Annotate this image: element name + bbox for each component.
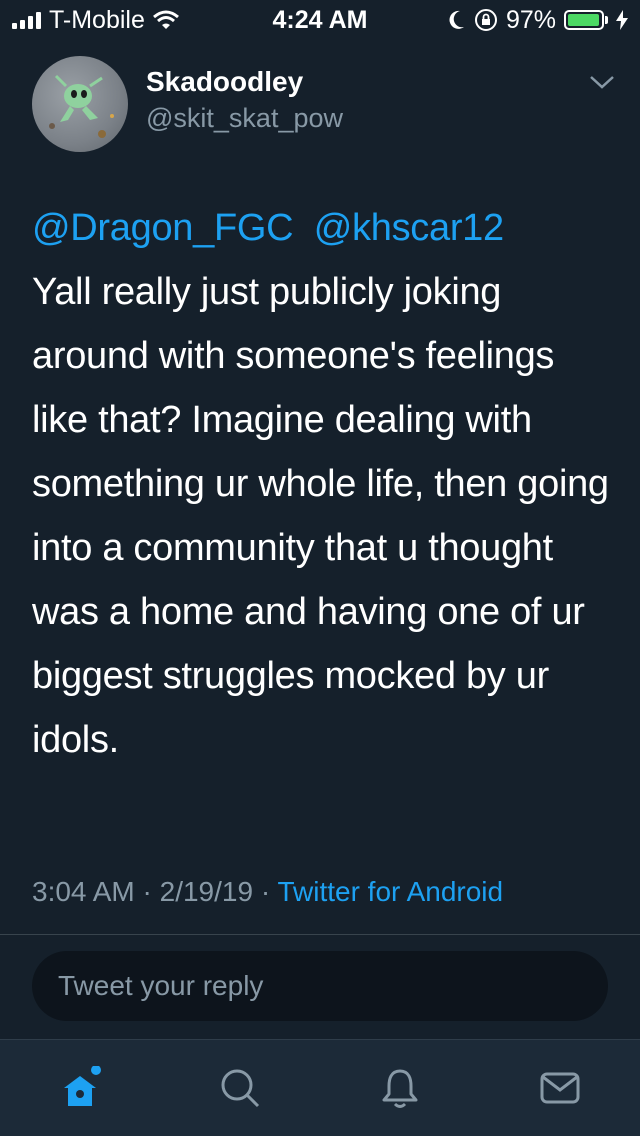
- home-icon: [64, 1066, 101, 1106]
- tweet-body: Yall really just publicly joking around …: [32, 271, 609, 761]
- tweet-header: Skadoodley @skit_skat_pow: [32, 56, 616, 152]
- tweet-source-link[interactable]: Twitter for Android: [277, 876, 503, 907]
- display-name[interactable]: Skadoodley: [146, 64, 343, 100]
- reply-bar: [0, 935, 640, 1039]
- user-block[interactable]: Skadoodley @skit_skat_pow: [146, 64, 343, 136]
- tweet-meta: 3:04 AM · 2/19/19 · Twitter for Android: [32, 876, 503, 908]
- mention-link[interactable]: @Dragon_FGC: [32, 207, 294, 249]
- mention-link[interactable]: @khscar12: [314, 207, 504, 249]
- rotation-lock-icon: [474, 9, 497, 31]
- bell-icon: [382, 1069, 418, 1108]
- tweet-time: 3:04 AM: [32, 876, 135, 907]
- status-right: 97%: [446, 6, 628, 35]
- chevron-down-icon[interactable]: [588, 72, 616, 92]
- tab-search[interactable]: [216, 1064, 264, 1112]
- battery-percent: 97%: [505, 5, 556, 34]
- battery-level-fill: [568, 14, 600, 26]
- status-bar: T-Mobile 4:24 AM 97%: [0, 0, 640, 40]
- alien-avatar-image: [49, 74, 114, 138]
- carrier-label: T-Mobile: [49, 5, 145, 34]
- tab-messages[interactable]: [536, 1064, 584, 1112]
- charging-bolt-icon: [616, 10, 628, 30]
- wifi-icon: [152, 10, 179, 29]
- tweet-date: 2/19/19: [159, 876, 254, 907]
- moon-icon: [449, 10, 464, 29]
- tab-bar: [0, 1039, 640, 1136]
- tweet-text: @Dragon_FGC @khscar12 Yall really just p…: [32, 196, 612, 772]
- meta-separator: ·: [260, 876, 271, 907]
- avatar[interactable]: [32, 56, 128, 152]
- search-icon: [221, 1069, 260, 1108]
- signal-strength-icon: [12, 11, 41, 29]
- battery-icon: [564, 10, 608, 30]
- mail-icon: [540, 1072, 580, 1104]
- user-handle[interactable]: @skit_skat_pow: [146, 100, 343, 136]
- status-left: T-Mobile: [12, 6, 179, 35]
- tab-home[interactable]: [56, 1064, 104, 1112]
- reply-input[interactable]: [32, 951, 608, 1021]
- meta-separator: ·: [142, 876, 152, 907]
- tab-notifications[interactable]: [376, 1064, 424, 1112]
